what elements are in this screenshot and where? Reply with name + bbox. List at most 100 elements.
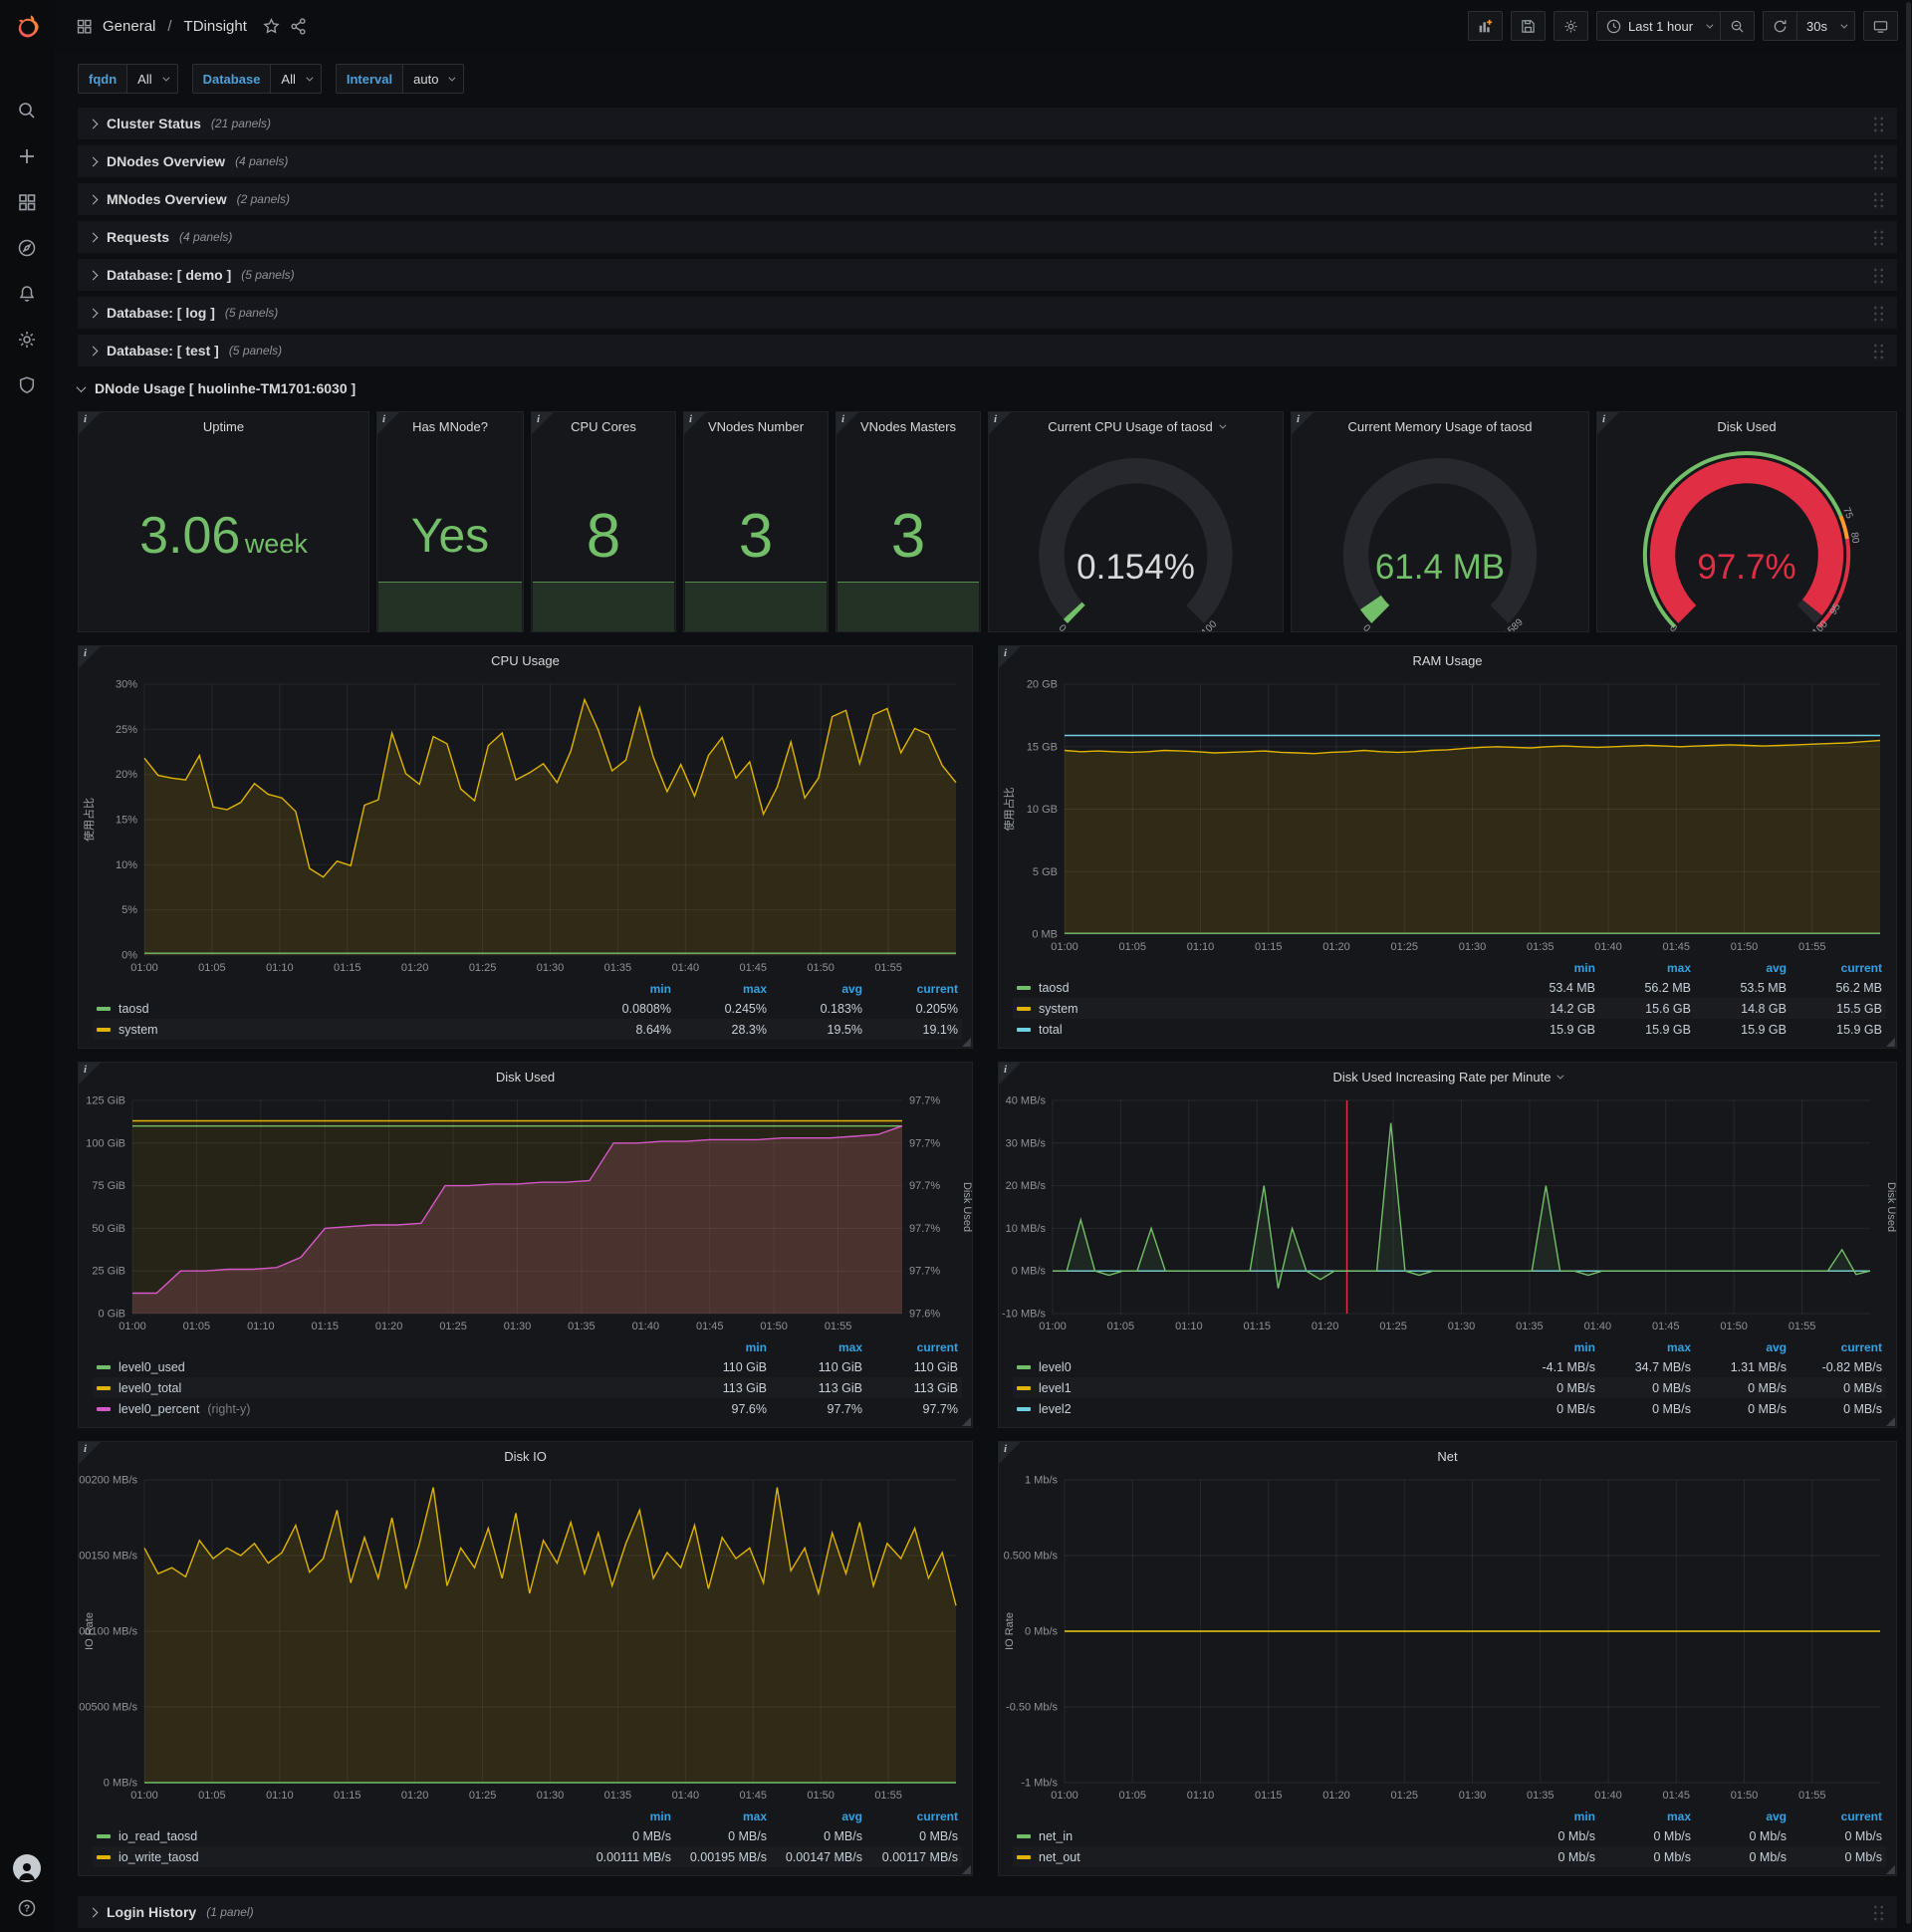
row-drag-handle[interactable] [1872,304,1885,322]
panel-resize-handle[interactable] [1886,1865,1895,1874]
row-login-history[interactable]: Login History (1 panel) [78,1896,1897,1928]
refresh-button[interactable] [1763,11,1797,41]
dashboard-row[interactable]: Database: [ test ] (5 panels) [78,335,1897,366]
panel-resize-handle[interactable] [962,1865,971,1874]
time-series-canvas[interactable]: 0 GiB 97.6% 25 GiB 97.7% 50 GiB 97.7% 75 GiB 97… [79,1090,972,1335]
row-drag-handle[interactable] [1872,342,1885,360]
variable-value-dropdown[interactable]: auto [403,64,465,94]
dashboard-row[interactable]: DNodes Overview (4 panels) [78,145,1897,177]
time-series-canvas[interactable]: 0 MB/s0.000500 MB/s0.00100 MB/s0.00150 M… [79,1470,972,1805]
panel-title[interactable]: Disk Used [79,1063,972,1090]
legend-series-name[interactable]: level0 [1039,1360,1072,1374]
zoom-out-button[interactable] [1720,11,1756,41]
panel-info-icon[interactable]: i [377,412,399,434]
legend-series-name[interactable]: level0_total [119,1381,181,1395]
variable-value-dropdown[interactable]: All [127,64,178,94]
settings-gear-icon[interactable] [17,330,37,350]
panel-title[interactable]: RAM Usage [999,646,1896,674]
panel-title[interactable]: Disk Used [1597,412,1896,440]
panel-info-icon[interactable]: i [999,1063,1021,1085]
panel-info-icon[interactable]: i [532,412,554,434]
variable-value-dropdown[interactable]: All [271,64,322,94]
chevron-right-icon [88,156,99,166]
panel-title[interactable]: CPU Usage [79,646,972,674]
svg-text:25 GiB: 25 GiB [92,1266,125,1278]
panel-title[interactable]: Current Memory Usage of taosd [1292,412,1588,440]
panel-info-icon[interactable]: i [79,1063,101,1085]
panel-title[interactable]: Uptime [79,412,368,440]
panel-info-icon[interactable]: i [1597,412,1619,434]
search-icon[interactable] [17,101,37,121]
breadcrumb-folder[interactable]: General [103,18,155,35]
panel-info-icon[interactable]: i [999,646,1021,668]
row-drag-handle[interactable] [1872,115,1885,132]
legend-series-name[interactable]: total [1039,1023,1063,1037]
legend-series-name[interactable]: level0_percent [119,1402,199,1416]
scrollbar[interactable] [1906,2,1911,1924]
legend-series-name[interactable]: net_out [1039,1850,1080,1864]
panel-info-icon[interactable]: i [989,412,1011,434]
row-dnode-usage[interactable]: DNode Usage [ huolinhe-TM1701:6030 ] [76,373,1897,403]
time-series-canvas[interactable]: -1 Mb/s -0.50 Mb/s 0 Mb/s 0.500 Mb/s 1 Mb/s 0… [999,1470,1896,1805]
time-series-canvas[interactable]: -10 MB/s 0 MB/s 10 MB/s 20 MB/s 30 MB/s 40 MB… [999,1090,1896,1335]
panel-info-icon[interactable]: i [1292,412,1314,434]
time-series-canvas[interactable]: 0% 5% 10% 15% 20% 25% 30% 01:00 01:05 01:10 01:15 0… [79,674,972,977]
panel-info-icon[interactable]: i [684,412,706,434]
time-range-picker[interactable]: Last 1 hour [1595,11,1721,41]
row-drag-handle[interactable] [1872,228,1885,246]
admin-shield-icon[interactable] [17,375,37,395]
breadcrumb-separator: / [167,17,172,35]
panel-title[interactable]: Disk Used Increasing Rate per Minute [999,1063,1896,1090]
dashboard-row[interactable]: Cluster Status (21 panels) [78,108,1897,139]
refresh-interval-dropdown[interactable]: 30s [1796,11,1855,41]
dashboards-icon[interactable] [17,192,37,212]
legend-series-name[interactable]: level0_used [119,1360,185,1374]
save-dashboard-button[interactable] [1510,11,1546,41]
help-icon[interactable]: ? [17,1898,37,1918]
panel-info-icon[interactable]: i [999,1442,1021,1464]
time-series-canvas[interactable]: 0 MB 5 GB 10 GB 15 GB 20 GB 01:00 01:05 01:10 01… [999,674,1896,956]
legend-series-name[interactable]: taosd [1039,981,1070,995]
dashboard-row[interactable]: MNodes Overview (2 panels) [78,183,1897,215]
panel-resize-handle[interactable] [962,1417,971,1426]
panel-info-icon[interactable]: i [79,1442,101,1464]
legend-series-name[interactable]: level2 [1039,1402,1072,1416]
legend-stat-value: 0 Mb/s [1844,1828,1882,1843]
dashboard-row[interactable]: Database: [ demo ] (5 panels) [78,259,1897,291]
add-panel-button[interactable] [1467,11,1503,41]
panel-resize-handle[interactable] [1886,1417,1895,1426]
legend-series-name[interactable]: system [119,1023,158,1037]
legend-stat-value: -0.82 MB/s [1821,1359,1882,1374]
breadcrumb-dashboard-title[interactable]: TDinsight [184,18,247,35]
alerting-bell-icon[interactable] [17,284,37,304]
row-drag-handle[interactable] [1872,190,1885,208]
panel-title[interactable]: Disk IO [79,1442,972,1470]
panel-resize-handle[interactable] [962,1038,971,1047]
panel-info-icon[interactable]: i [79,646,101,668]
grafana-logo-icon[interactable] [10,9,44,43]
row-drag-handle[interactable] [1872,152,1885,170]
star-icon[interactable] [263,17,280,35]
create-plus-icon[interactable] [17,146,37,166]
legend-series-name[interactable]: io_read_taosd [119,1829,197,1843]
legend-series-name[interactable]: io_write_taosd [119,1850,199,1864]
panel-info-icon[interactable]: i [836,412,858,434]
dashboard-grid-icon[interactable] [76,18,93,35]
panel-resize-handle[interactable] [1886,1038,1895,1047]
kiosk-tv-button[interactable] [1863,11,1898,41]
share-icon[interactable] [290,17,307,35]
row-drag-handle[interactable] [1872,266,1885,284]
legend-series-name[interactable]: net_in [1039,1829,1073,1843]
legend-series-name[interactable]: level1 [1039,1381,1072,1395]
legend-series-name[interactable]: taosd [119,1002,149,1016]
dashboard-row[interactable]: Requests (4 panels) [78,221,1897,253]
dashboard-row[interactable]: Database: [ log ] (5 panels) [78,297,1897,329]
panel-title[interactable]: Net [999,1442,1896,1470]
explore-compass-icon[interactable] [17,238,37,258]
dashboard-settings-button[interactable] [1553,11,1588,41]
panel-title[interactable]: Current CPU Usage of taosd [989,412,1283,440]
panel-info-icon[interactable]: i [79,412,101,434]
legend-series-name[interactable]: system [1039,1002,1078,1016]
row-drag-handle[interactable] [1872,1903,1885,1921]
user-avatar[interactable] [13,1854,41,1882]
